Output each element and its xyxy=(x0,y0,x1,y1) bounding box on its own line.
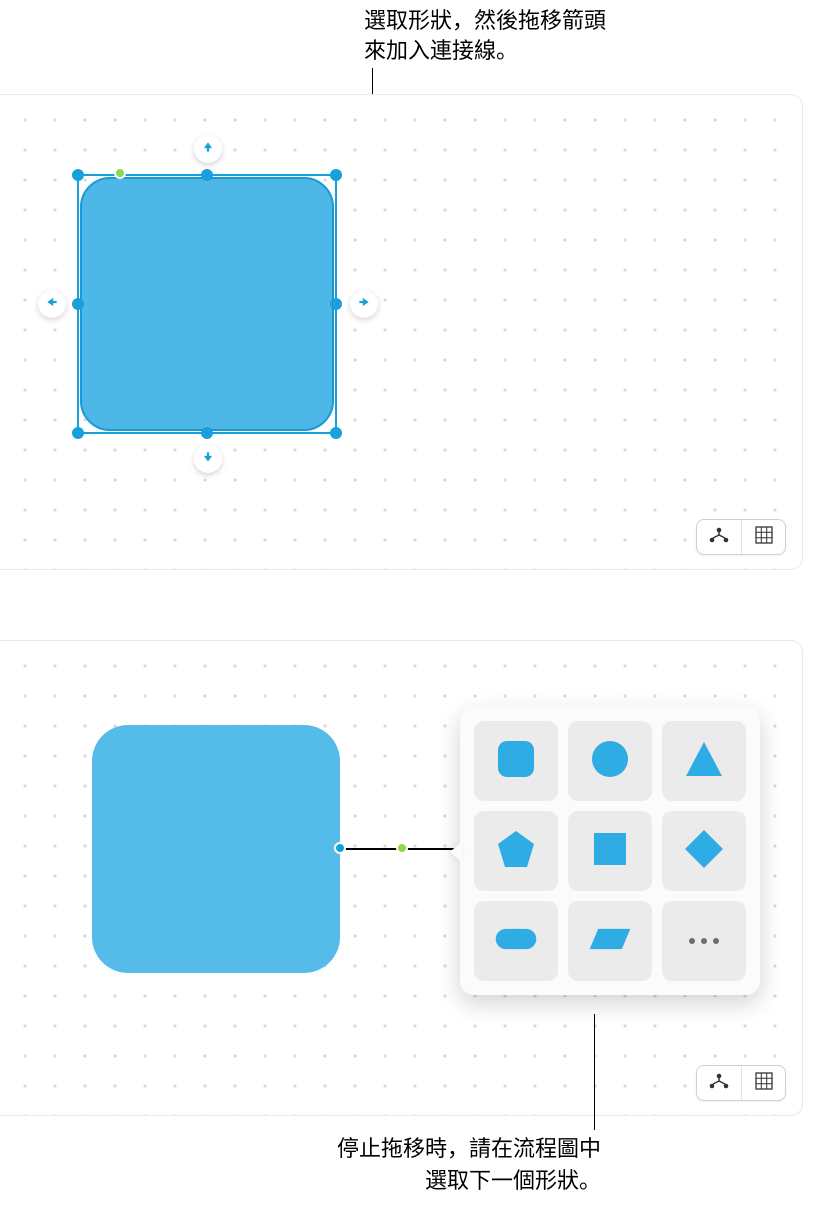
shape-option-rounded-square[interactable] xyxy=(474,721,558,801)
grid-toggle-button[interactable] xyxy=(741,520,785,554)
shape-picker-grid xyxy=(474,721,746,981)
resize-handle-n[interactable] xyxy=(201,169,213,181)
more-icon xyxy=(689,938,719,944)
shape-option-rounded-rect[interactable] xyxy=(474,901,558,981)
grid-toggle-button[interactable] xyxy=(741,1066,785,1100)
arrow-down-icon xyxy=(201,450,215,469)
selection-box xyxy=(78,175,336,433)
callout-bottom-line2: 選取下一個形狀。 xyxy=(425,1166,601,1196)
triangle-icon xyxy=(682,737,726,786)
connect-arrow-down[interactable] xyxy=(194,445,222,473)
connector-start-handle[interactable] xyxy=(334,842,346,854)
shape-option-circle[interactable] xyxy=(568,721,652,801)
connector-mid-handle[interactable] xyxy=(396,842,408,854)
grid-icon xyxy=(755,1072,773,1095)
shape-option-pentagon[interactable] xyxy=(474,811,558,891)
resize-handle-ne[interactable] xyxy=(330,169,342,181)
shape-option-more[interactable] xyxy=(662,901,746,981)
rounded-square-icon xyxy=(494,737,538,786)
arrow-right-icon xyxy=(357,295,371,314)
connect-arrow-left[interactable] xyxy=(38,290,66,318)
canvas-panel-2[interactable] xyxy=(0,640,803,1116)
resize-handle-w[interactable] xyxy=(72,298,84,310)
grid-icon xyxy=(755,526,773,549)
arrow-left-icon xyxy=(45,295,59,314)
circle-icon xyxy=(588,737,632,786)
parallelogram-icon xyxy=(588,917,632,966)
arrow-up-icon xyxy=(201,140,215,159)
resize-handle-s[interactable] xyxy=(201,427,213,439)
corner-radius-handle[interactable] xyxy=(114,167,126,179)
resize-handle-e[interactable] xyxy=(330,298,342,310)
view-tools xyxy=(696,519,786,555)
rounded-rect-icon xyxy=(494,917,538,966)
resize-handle-nw[interactable] xyxy=(72,169,84,181)
connector-mode-button[interactable] xyxy=(697,520,741,554)
resize-handle-sw[interactable] xyxy=(72,427,84,439)
callout-top: 選取形狀，然後拖移箭頭 來加入連接線。 xyxy=(364,6,606,65)
connect-arrow-up[interactable] xyxy=(194,135,222,163)
shape-picker-popover xyxy=(460,707,760,995)
connector-icon xyxy=(709,1073,729,1094)
diamond-icon xyxy=(682,827,726,876)
connector-mode-button[interactable] xyxy=(697,1066,741,1100)
shape-option-parallelogram[interactable] xyxy=(568,901,652,981)
pentagon-icon xyxy=(494,827,538,876)
canvas-panel-1[interactable] xyxy=(0,94,803,570)
callout-bottom-line xyxy=(594,1014,595,1130)
callout-bottom-line1: 停止拖移時，請在流程圖中 xyxy=(337,1134,601,1164)
resize-handle-se[interactable] xyxy=(330,427,342,439)
connector-icon xyxy=(709,527,729,548)
shape-option-square[interactable] xyxy=(568,811,652,891)
shape-option-diamond[interactable] xyxy=(662,811,746,891)
source-shape[interactable] xyxy=(92,725,340,973)
shape-option-triangle[interactable] xyxy=(662,721,746,801)
view-tools xyxy=(696,1065,786,1101)
connect-arrow-right[interactable] xyxy=(350,290,378,318)
square-icon xyxy=(588,827,632,876)
